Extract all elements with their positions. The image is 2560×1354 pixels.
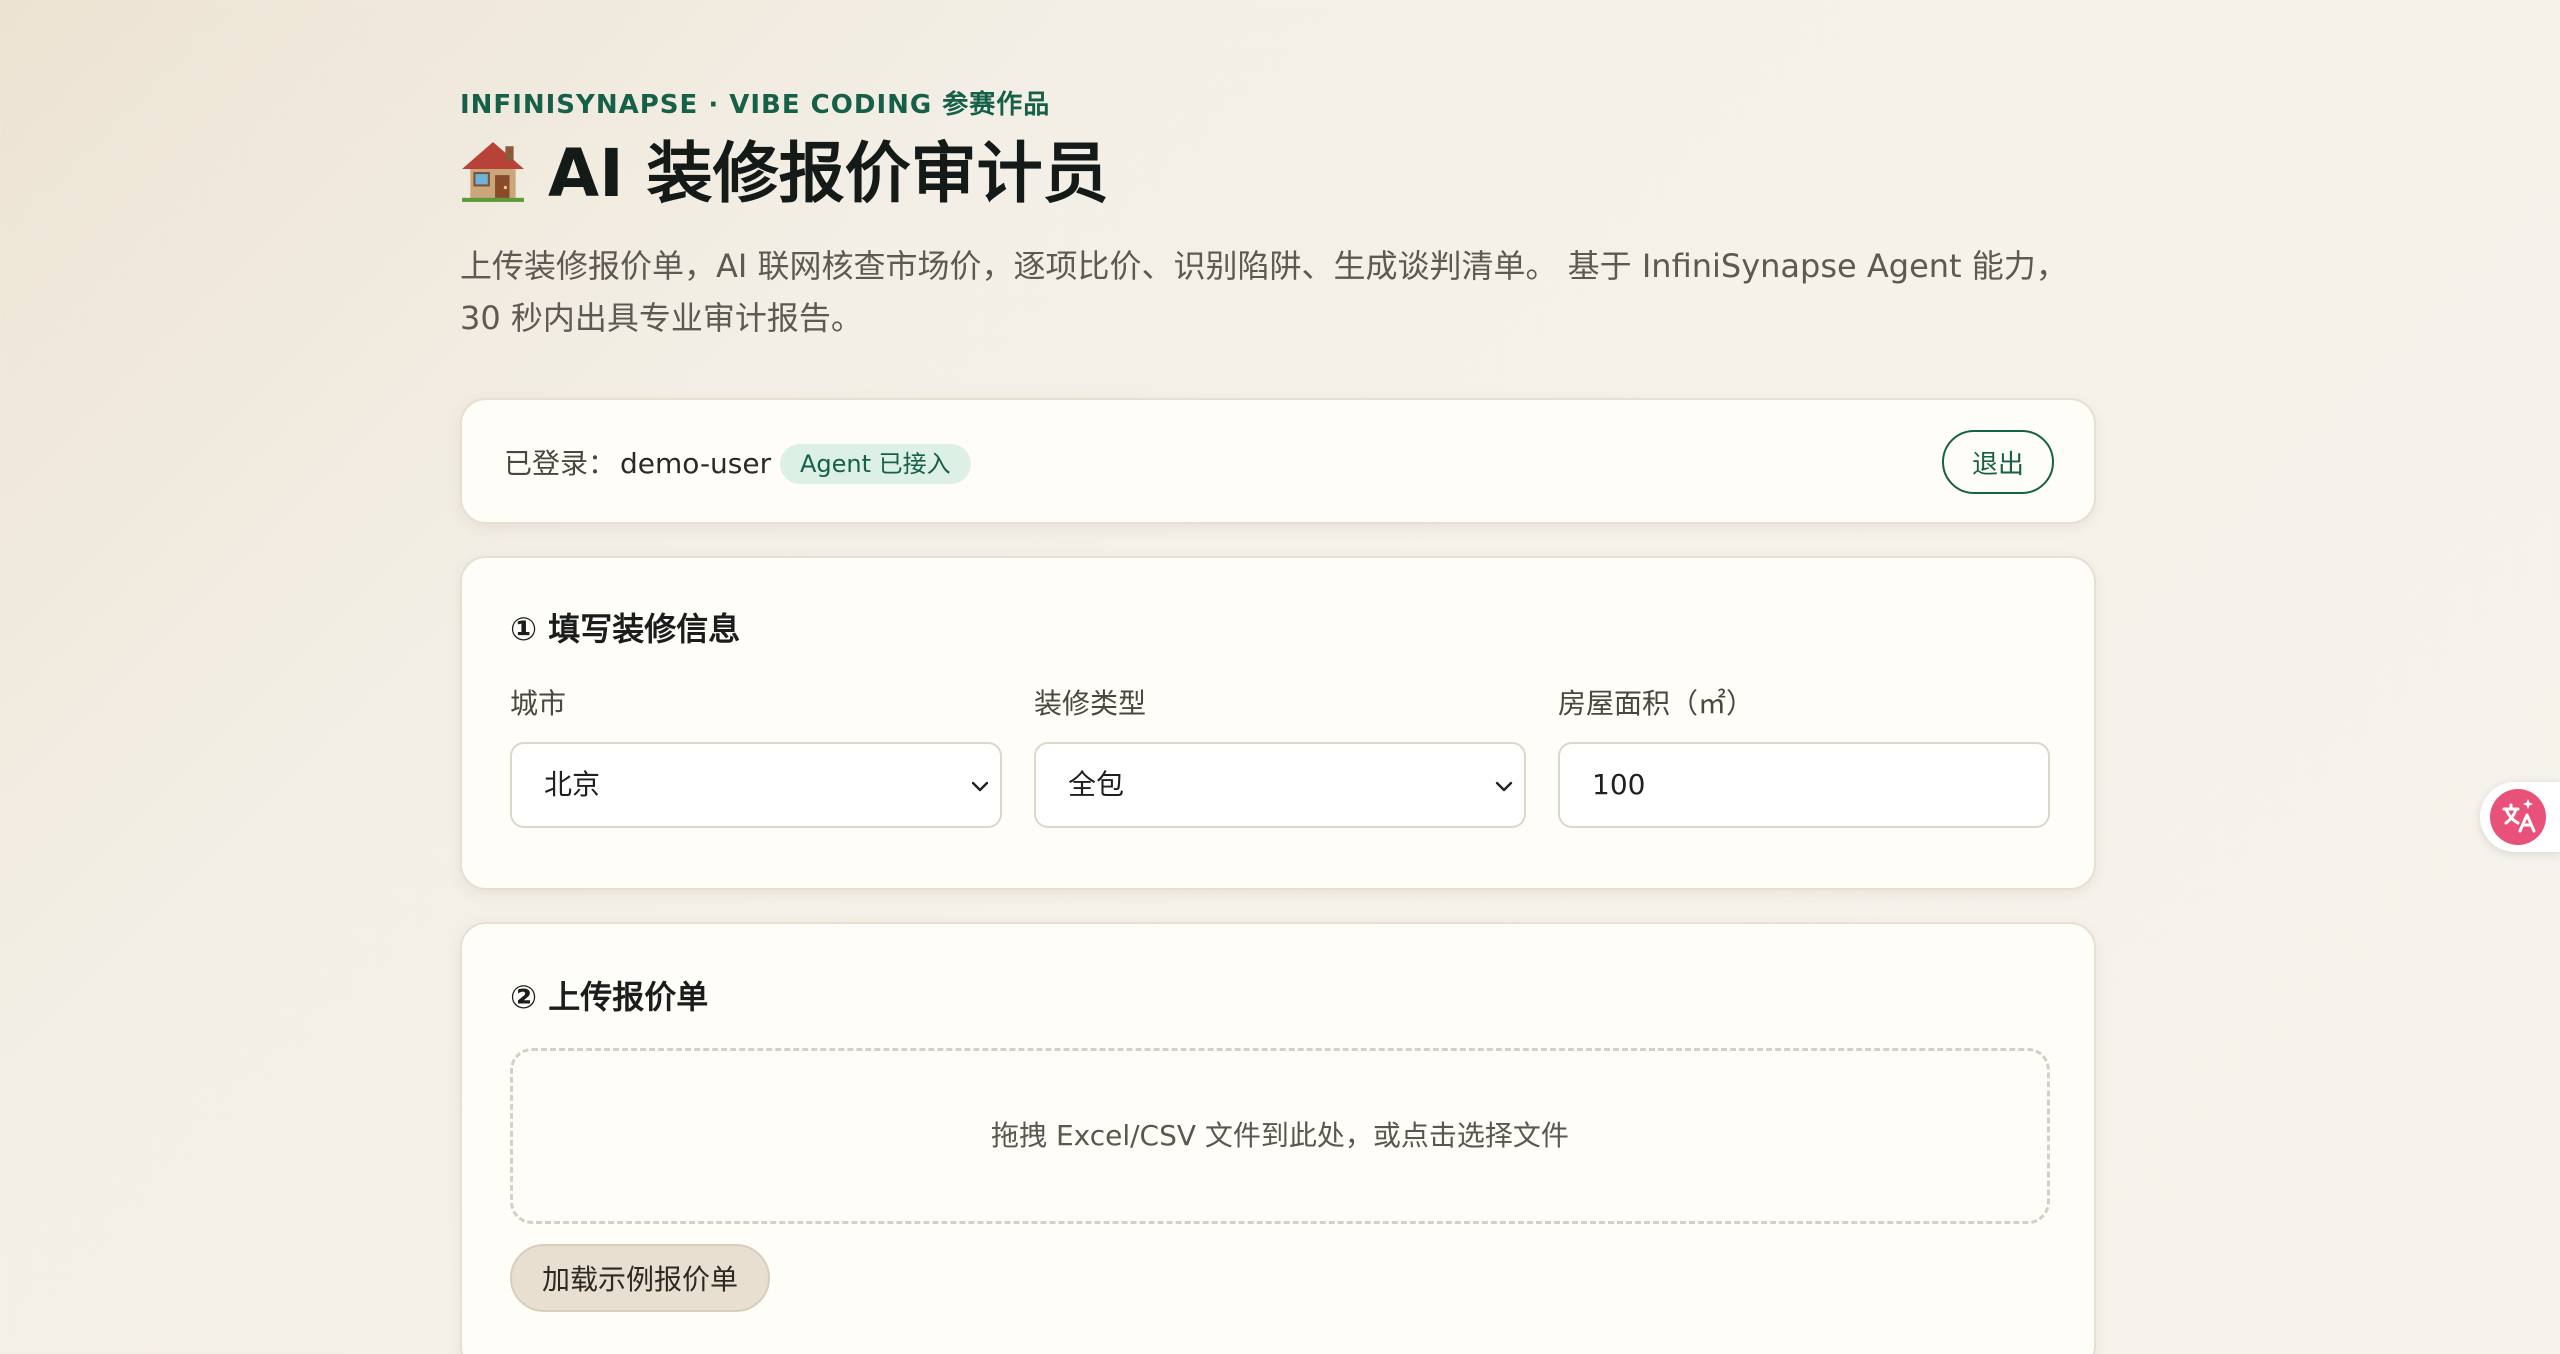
info-section-title: ① 填写装修信息 [510, 610, 741, 648]
file-dropzone[interactable]: 拖拽 Excel/CSV 文件到此处，或点击选择文件 [510, 1048, 2050, 1224]
dropzone-text: 拖拽 Excel/CSV 文件到此处，或点击选择文件 [991, 1119, 1569, 1152]
area-field: 房屋面积（㎡） 100 [1558, 682, 2050, 828]
page-title: AI 装修报价审计员 [460, 132, 1109, 216]
area-input-value: 100 [1592, 768, 1646, 801]
city-select-value: 北京 [544, 768, 601, 801]
chevron-down-icon [1495, 781, 1513, 792]
type-select-value: 全包 [1068, 768, 1125, 801]
translate-button[interactable] [2480, 782, 2560, 852]
translate-icon-bg [2490, 789, 2546, 845]
load-sample-button[interactable]: 加载示例报价单 [510, 1244, 771, 1312]
upload-section-title: ② 上传报价单 [510, 978, 709, 1016]
chevron-down-icon [971, 781, 989, 792]
area-input[interactable]: 100 [1558, 742, 2050, 828]
type-field: 装修类型 全包 [1034, 682, 1526, 828]
city-field: 城市 北京 [510, 682, 1002, 828]
type-label: 装修类型 [1034, 687, 1147, 720]
agent-status-badge: Agent 已接入 [780, 444, 971, 484]
login-label: 已登录： [504, 447, 617, 480]
upload-card: ② 上传报价单 拖拽 Excel/CSV 文件到此处，或点击选择文件 加载示例报… [460, 922, 2096, 1354]
translate-icon [2502, 799, 2536, 833]
city-label: 城市 [510, 687, 567, 720]
type-select[interactable]: 全包 [1034, 742, 1526, 828]
decoration-info-card: ① 填写装修信息 城市 北京 装修类型 全包 房屋面积（㎡） 100 [460, 556, 2096, 890]
house-icon [462, 142, 524, 202]
area-label: 房屋面积（㎡） [1558, 687, 1755, 720]
login-username: demo-user [620, 447, 772, 480]
page-title-text: AI 装修报价审计员 [548, 135, 1109, 212]
login-status: 已登录： demo-user [504, 442, 771, 482]
eyebrow-text: INFINISYNAPSE · VIBE CODING 参赛作品 [460, 90, 1051, 120]
city-select[interactable]: 北京 [510, 742, 1002, 828]
page-description: 上传装修报价单，AI 联网核查市场价，逐项比价、识别陷阱、生成谈判清单。 基于 … [460, 247, 2068, 337]
logout-button[interactable]: 退出 [1942, 430, 2054, 494]
login-card: 已登录： demo-user Agent 已接入 退出 [460, 398, 2096, 524]
